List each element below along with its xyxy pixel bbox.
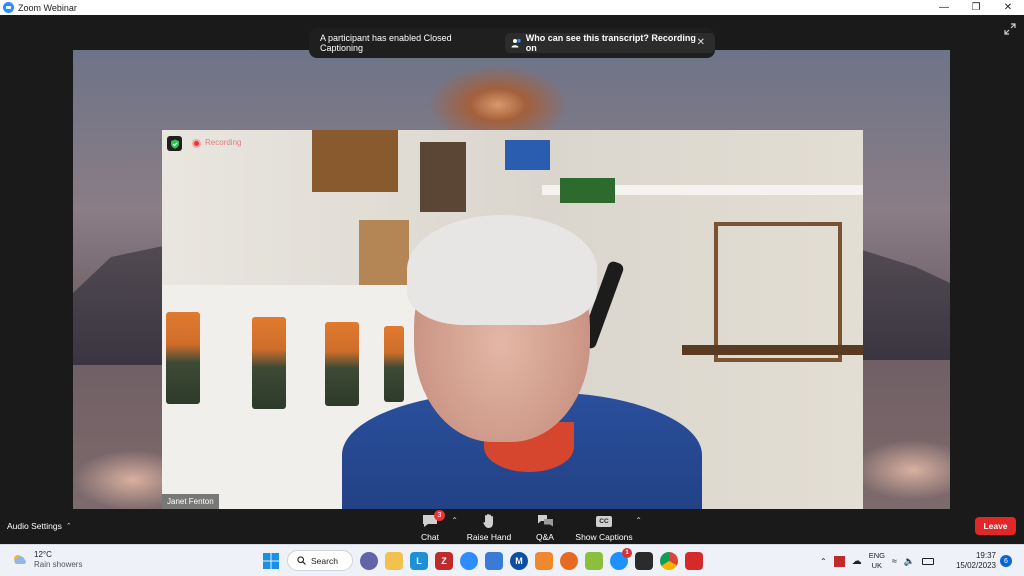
shelf-box-blue <box>505 140 550 170</box>
window-title: Zoom Webinar <box>18 2 77 13</box>
chrome-icon[interactable] <box>660 551 678 570</box>
messenger-badge: 1 <box>622 547 632 558</box>
transcript-link-text: Who can see this transcript? Recording o… <box>525 33 696 53</box>
taskbar-apps: Search L Z M 1 <box>262 547 703 571</box>
meeting-area: Recording Janet Fenton A participant has… <box>0 15 1024 510</box>
wall-shelf <box>682 345 863 355</box>
recording-label: Recording <box>205 138 242 147</box>
filezilla-tray-icon[interactable] <box>833 555 845 567</box>
panel-window-1 <box>166 312 200 404</box>
terminal-icon[interactable] <box>635 551 653 570</box>
wall-painting <box>312 130 398 192</box>
restore-button[interactable]: ❐ <box>960 0 992 15</box>
transcript-info-link[interactable]: Who can see this transcript? Recording o… <box>504 33 715 53</box>
qa-button[interactable]: Q&A <box>515 512 575 542</box>
input-language-indicator[interactable]: ENG UK <box>869 551 885 571</box>
teams-chat-icon[interactable] <box>360 551 378 570</box>
raise-hand-button[interactable]: Raise Hand <box>459 512 519 542</box>
show-captions-button[interactable]: CC ⌃ Show Captions <box>574 512 642 542</box>
close-window-button[interactable]: ✕ <box>992 0 1024 15</box>
onedrive-cloud-icon[interactable]: ☁ <box>852 556 862 567</box>
snipping-tool-icon[interactable] <box>485 551 503 570</box>
chat-button[interactable]: 3 ⌃ Chat <box>400 510 460 542</box>
battery-icon[interactable] <box>922 557 935 565</box>
recording-dot-icon <box>192 139 201 148</box>
security-shield-icon[interactable] <box>167 136 182 151</box>
panel-window-3 <box>325 322 359 406</box>
participant-video[interactable]: Recording Janet Fenton <box>162 130 863 509</box>
messenger-icon[interactable]: 1 <box>610 547 632 570</box>
raise-hand-icon <box>459 512 519 530</box>
notification-count-badge[interactable]: 6 <box>1000 555 1012 567</box>
banner-message: A participant has enabled Closed Caption… <box>320 33 452 53</box>
fullscreen-expand-icon[interactable] <box>1004 23 1016 35</box>
rain-cloud-icon <box>14 555 26 564</box>
audio-settings-label: Audio Settings <box>7 521 62 531</box>
raise-hand-label: Raise Hand <box>466 532 512 542</box>
panel-window-2 <box>252 317 286 409</box>
title-bar: Zoom Webinar — ❐ ✕ <box>0 0 1024 15</box>
qa-icon <box>515 512 575 530</box>
audio-settings-button[interactable]: Audio Settings ⌃ <box>7 521 72 531</box>
wifi-icon[interactable]: ≈ <box>892 556 897 566</box>
zoom-app-icon <box>3 2 14 13</box>
captions-chevron-up-icon[interactable]: ⌃ <box>635 516 642 525</box>
qa-label: Q&A <box>536 532 554 542</box>
system-tray: ⌃ ☁ ENG UK ≈ 🔈 <box>820 550 935 572</box>
participant-name-tag: Janet Fenton <box>162 494 219 509</box>
small-wall-shelf <box>359 220 409 285</box>
taskbar-search-label: Search <box>311 555 338 566</box>
zoom-window: Zoom Webinar — ❐ ✕ Recording Janet Fento… <box>0 0 1024 576</box>
taskbar-search-box[interactable]: Search <box>287 550 353 571</box>
filezilla-icon[interactable]: Z <box>435 551 453 570</box>
sublime-icon[interactable] <box>535 551 553 570</box>
show-captions-label: Show Captions <box>575 532 633 542</box>
file-explorer-icon[interactable] <box>385 551 403 570</box>
notepadplusplus-icon[interactable] <box>585 551 603 570</box>
language-code: ENG <box>868 551 885 560</box>
chevron-up-icon[interactable]: ⌃ <box>66 522 72 530</box>
chat-unread-badge: 3 <box>434 510 445 521</box>
meeting-toolbar: Audio Settings ⌃ 3 ⌃ Chat Raise Hand Q&A <box>0 510 1024 544</box>
caption-notification-banner: A participant has enabled Closed Caption… <box>309 28 715 58</box>
minimize-button[interactable]: — <box>928 0 960 15</box>
wooden-shelf-unit <box>714 222 842 362</box>
windows-taskbar: 12°C Rain showers Search L Z M 1 ⌃ ☁ ENG… <box>0 544 1024 576</box>
chat-label: Chat <box>421 532 439 542</box>
participant-hair <box>407 215 597 325</box>
shelf-box-green <box>560 178 615 203</box>
windows-start-icon[interactable] <box>262 552 280 570</box>
keyboard-layout: UK <box>871 561 883 570</box>
banner-close-button[interactable]: ✕ <box>697 37 705 48</box>
picture-frame <box>420 142 466 212</box>
lexoffice-icon[interactable]: L <box>410 551 428 570</box>
window-controls: — ❐ ✕ <box>928 0 1024 15</box>
show-hidden-icons-chevron-icon[interactable]: ⌃ <box>820 557 827 566</box>
puzzle-app-icon[interactable] <box>685 551 703 570</box>
panel-window-4 <box>384 326 404 402</box>
clock-date: 15/02/2023 <box>955 561 996 570</box>
chat-chevron-up-icon[interactable]: ⌃ <box>451 516 458 525</box>
malwarebytes-icon[interactable]: M <box>510 551 528 570</box>
weather-widget[interactable]: 12°C Rain showers <box>12 550 82 570</box>
firefox-icon[interactable] <box>560 551 578 570</box>
volume-icon[interactable]: 🔈 <box>904 556 915 567</box>
taskbar-clock[interactable]: 19:37 15/02/2023 <box>950 551 996 571</box>
person-transcript-icon <box>511 39 521 48</box>
weather-temperature: 12°C <box>34 550 52 559</box>
clock-time: 19:37 <box>975 551 996 560</box>
zoom-taskbar-icon[interactable] <box>460 551 478 570</box>
cc-icon-text: CC <box>596 515 612 527</box>
search-icon <box>297 556 306 565</box>
weather-description: Rain showers <box>34 560 83 569</box>
closed-captions-icon: CC <box>574 512 634 530</box>
leave-button[interactable]: Leave <box>975 517 1016 535</box>
